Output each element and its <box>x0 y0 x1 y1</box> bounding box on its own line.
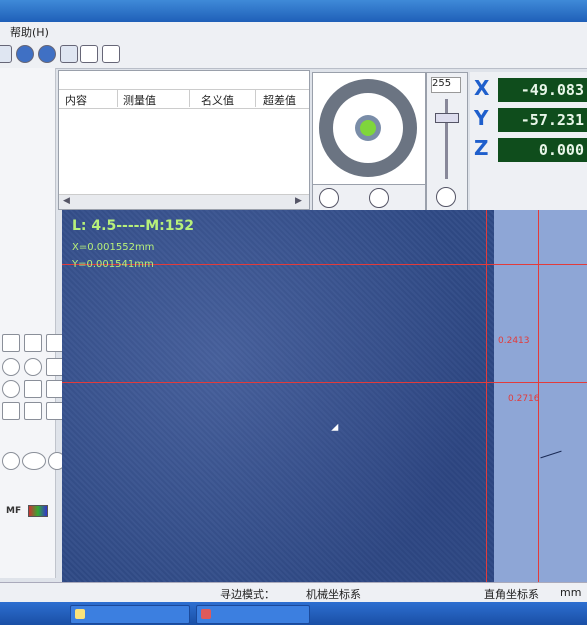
col-content[interactable]: 内容 <box>65 92 87 108</box>
coaxial-light-icon[interactable] <box>436 187 456 207</box>
point-circle-icon[interactable] <box>2 452 20 470</box>
light-intensity-value[interactable]: 255 <box>431 77 461 93</box>
ring-light-inner <box>333 93 403 163</box>
window-titlebar <box>0 0 587 22</box>
menu-bar: 帮助(H) <box>0 22 587 40</box>
x-axis-label: X <box>474 76 490 100</box>
edge-mode-status: 寻边模式： <box>220 588 275 601</box>
crosshair-horizontal-2 <box>62 382 587 383</box>
circle-tool-icon[interactable] <box>2 358 20 376</box>
zoom-icon[interactable] <box>2 334 20 352</box>
measure-tool-icon[interactable] <box>0 45 12 63</box>
pixel-x-readout: X=0.001552mm <box>72 242 155 253</box>
camera-view[interactable]: L: 4.5-----M:152 X=0.001552mm Y=0.001541… <box>62 210 587 582</box>
globe-alt-icon[interactable] <box>38 45 56 63</box>
center-point-icon[interactable] <box>24 358 42 376</box>
slot-icon[interactable] <box>22 452 46 470</box>
crosshair-vertical <box>486 210 487 582</box>
line-tool-icon[interactable] <box>80 45 98 63</box>
left-tool-panel: MF <box>0 68 66 578</box>
light-target-icon[interactable] <box>319 188 339 208</box>
scroll-right-icon[interactable]: ▶ <box>295 196 302 206</box>
z-axis-label: Z <box>474 136 489 160</box>
unit-status: mm <box>560 586 582 599</box>
taskbar-item-1[interactable] <box>70 605 190 624</box>
magnification-readout: L: 4.5-----M:152 <box>72 218 195 234</box>
light-slider-thumb[interactable] <box>435 113 459 123</box>
ring-light-panel[interactable] <box>312 72 426 186</box>
col-divider <box>117 89 118 107</box>
scroll-left-icon[interactable]: ◀ <box>63 196 70 206</box>
edge-tag-1: 0.2413 <box>498 336 530 346</box>
pixel-y-readout: Y=0.001541mm <box>72 259 154 270</box>
light-buttons <box>312 184 426 212</box>
col-deviation[interactable]: 超差值 <box>263 92 296 108</box>
rect-system-status: 直角坐标系 <box>484 588 539 601</box>
ring-light-outer <box>319 79 417 177</box>
status-bar: 寻边模式： 机械坐标系 直角坐标系 mm <box>0 582 587 603</box>
col-divider <box>255 89 256 107</box>
horizontal-scrollbar[interactable]: ◀ ▶ <box>59 194 309 209</box>
col-measured[interactable]: 测量值 <box>123 92 156 108</box>
x-axis-value: -49.083 <box>498 78 587 102</box>
y-axis-label: Y <box>474 106 489 130</box>
taskbar <box>0 602 587 625</box>
table-header: 内容 测量值 名义值 超差值 <box>59 89 309 109</box>
light-slider-track[interactable] <box>445 99 448 179</box>
ellipse-tool-icon[interactable] <box>2 380 20 398</box>
light-intensity-panel: 255 <box>426 72 468 212</box>
app-icon <box>201 609 211 619</box>
light-segments-icon[interactable] <box>369 188 389 208</box>
light-indicator-icon <box>360 120 376 136</box>
rectangle-tool-icon[interactable] <box>24 380 42 398</box>
col-nominal[interactable]: 名义值 <box>201 92 234 108</box>
window-icon[interactable] <box>102 45 120 63</box>
light-spot <box>355 115 381 141</box>
toolbar <box>0 40 587 69</box>
coord-system-status: 机械坐标系 <box>306 588 361 601</box>
menu-help[interactable]: 帮助(H) <box>10 24 49 40</box>
folder-icon <box>75 609 85 619</box>
redo-arrow-icon[interactable] <box>60 45 78 63</box>
globe-icon[interactable] <box>16 45 34 63</box>
curve-tool-icon[interactable] <box>2 402 20 420</box>
edge-tag-2: 0.2716 <box>508 394 540 404</box>
taskbar-item-2[interactable] <box>196 605 310 624</box>
col-divider <box>189 89 190 107</box>
mf-label: MF <box>6 506 22 516</box>
edge-tool-icon[interactable] <box>24 402 42 420</box>
measurement-table: 内容 测量值 名义值 超差值 ◀ ▶ <box>58 70 310 210</box>
y-axis-value: -57.231 <box>498 108 587 132</box>
z-axis-value: 0.000 <box>498 138 587 162</box>
person-icon[interactable] <box>24 334 42 352</box>
color-filter-icon[interactable] <box>28 505 48 517</box>
dro-readout: X -49.083 Y -57.231 Z 0.000 <box>470 72 587 210</box>
